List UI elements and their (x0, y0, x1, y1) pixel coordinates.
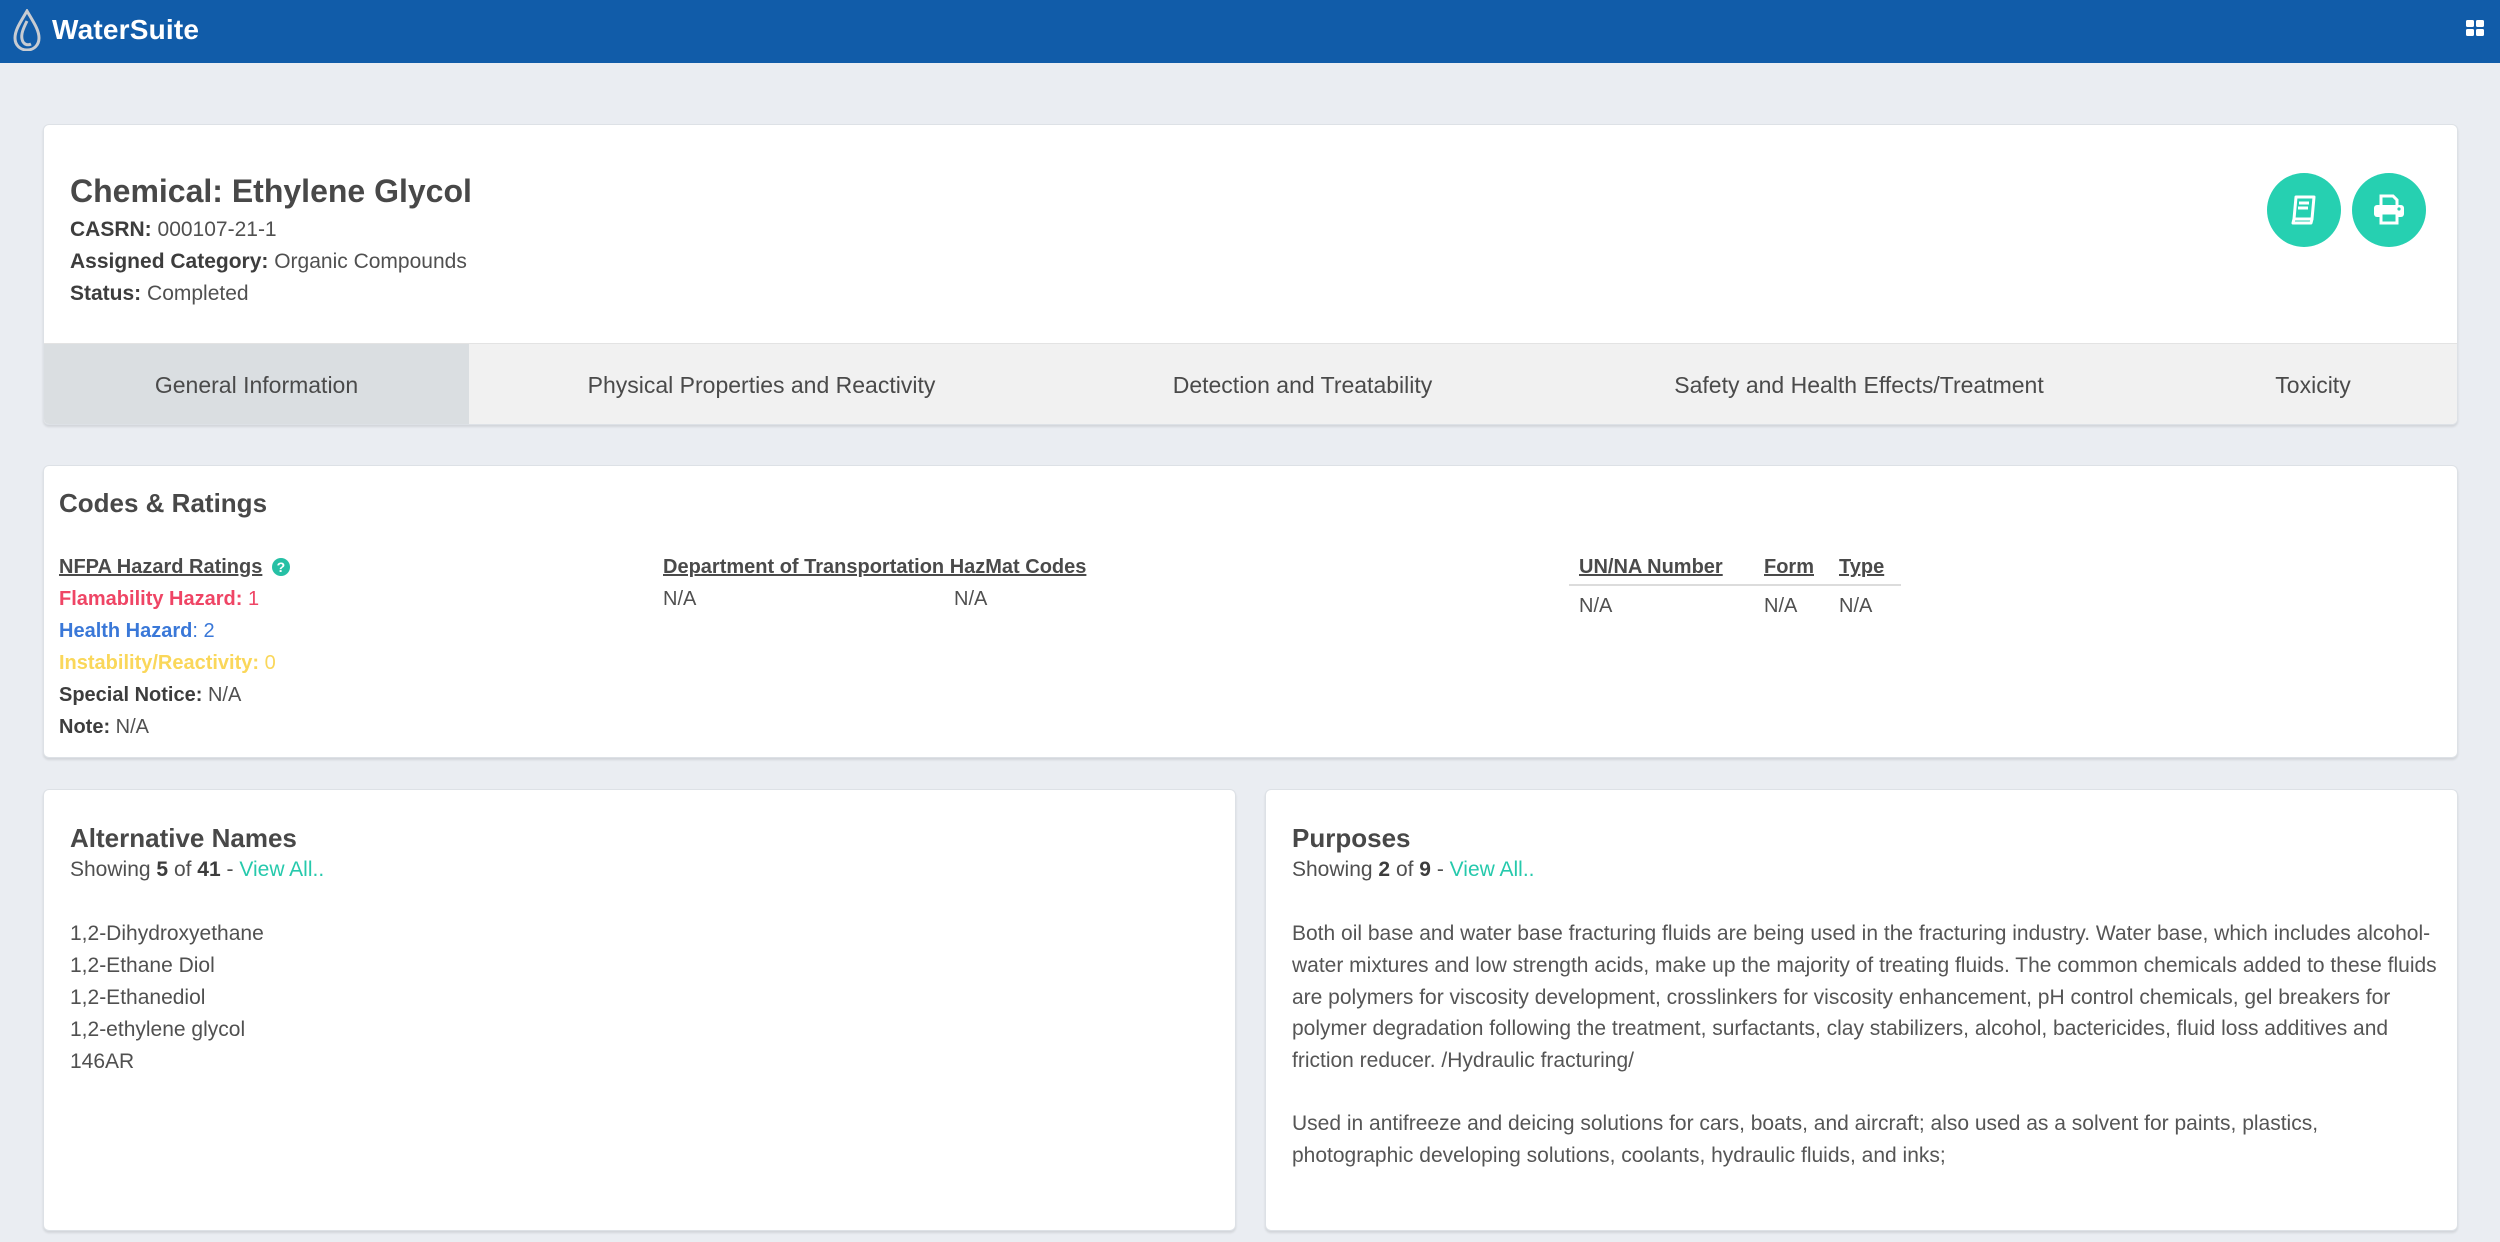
note: Note: N/A (59, 716, 149, 739)
field-value: Completed (147, 282, 249, 305)
of-label: of (173, 858, 192, 881)
rating-value: 2 (203, 620, 215, 642)
view-all-link[interactable]: View All.. (239, 858, 324, 881)
references-button[interactable] (2267, 173, 2341, 247)
rating-value: N/A (115, 716, 150, 738)
type-cell: N/A (1839, 595, 1873, 617)
special-notice: Special Notice: N/A (59, 684, 241, 707)
rating-value: 0 (264, 652, 276, 674)
instability-reactivity: Instability/Reactivity: 0 (59, 652, 276, 675)
water-drop-icon (13, 9, 41, 51)
list-item: 1,2-Ethanediol (70, 986, 206, 1009)
codes-ratings-card: Codes & Ratings NFPA Hazard Ratings ? Fl… (43, 465, 2458, 758)
separator: - (226, 858, 234, 881)
print-button[interactable] (2352, 173, 2426, 247)
chemical-header-card: Chemical: Ethylene Glycol CASRN: 000107-… (43, 124, 2458, 425)
section-title: Codes & Ratings (59, 488, 268, 518)
nfpa-heading-label: NFPA Hazard Ratings (59, 556, 263, 578)
un-na-number-cell: N/A (1579, 595, 1613, 617)
category-field: Assigned Category: Organic Compounds (70, 250, 467, 274)
field-value: 000107-21-1 (157, 218, 277, 241)
showing-count: Showing 2 of 9 - View All.. (1292, 858, 1535, 882)
separator: - (1436, 858, 1444, 881)
help-icon[interactable]: ? (271, 558, 290, 576)
section-title: Alternative Names (70, 823, 297, 853)
form-cell: N/A (1764, 595, 1798, 617)
tab-general-information[interactable]: General Information (44, 344, 469, 424)
status-field: Status: Completed (70, 282, 249, 306)
tab-physical-properties[interactable]: Physical Properties and Reactivity (469, 344, 1054, 424)
rating-label: Special Notice: (59, 684, 203, 706)
rating-label: Instability/Reactivity: (59, 652, 260, 674)
rating-value: 1 (247, 588, 260, 610)
un-na-number-header: UN/NA Number (1579, 556, 1723, 578)
rating-label: Health Hazard (59, 620, 193, 642)
dot-hazmat-heading: Department of Transportation HazMat Code… (663, 556, 1087, 578)
dot-code-value: N/A (663, 588, 697, 610)
casrn-field: CASRN: 000107-21-1 (70, 218, 277, 242)
field-label: CASRN: (70, 218, 152, 241)
rating-label: Flamability Hazard: (59, 588, 243, 610)
grid-apps-icon[interactable] (2466, 20, 2486, 38)
rating-value: N/A (207, 684, 242, 706)
app-brand[interactable]: WaterSuite (52, 14, 199, 46)
nfpa-heading: NFPA Hazard Ratings ? (59, 556, 290, 579)
field-label: Status: (70, 282, 142, 305)
view-all-link[interactable]: View All.. (1450, 858, 1535, 881)
health-hazard: Health Hazard: 2 (59, 620, 215, 643)
type-header: Type (1839, 556, 1885, 578)
top-navbar: WaterSuite (0, 0, 2500, 63)
of-label: of (1395, 858, 1414, 881)
section-title: Purposes (1292, 823, 1411, 853)
field-value: Organic Compounds (274, 250, 467, 273)
tab-bar: General Information Physical Properties … (44, 343, 2457, 424)
book-icon (2291, 195, 2316, 225)
form-header: Form (1764, 556, 1814, 578)
list-item: 1,2-Dihydroxyethane (70, 922, 264, 945)
rating-label: Note: (59, 716, 111, 738)
total-count: 9 (1419, 858, 1431, 881)
tab-safety-health[interactable]: Safety and Health Effects/Treatment (1551, 344, 2167, 424)
printer-icon (2374, 194, 2404, 225)
field-label: Assigned Category: (70, 250, 269, 273)
dot-code-value: N/A (954, 588, 988, 610)
page-title: Chemical: Ethylene Glycol (70, 173, 472, 209)
list-item: 1,2-Ethane Diol (70, 954, 215, 977)
purpose-paragraph: Used in antifreeze and deicing solutions… (1292, 1112, 2319, 1167)
table-divider (1569, 584, 1901, 586)
showing-count: Showing 5 of 41 - View All.. (70, 858, 324, 882)
alternative-names-card: Alternative Names Showing 5 of 41 - View… (43, 789, 1236, 1231)
purpose-paragraph: Both oil base and water base fracturing … (1292, 922, 2437, 1073)
flammability-hazard: Flamability Hazard: 1 (59, 588, 259, 611)
shown-count: 5 (156, 858, 169, 881)
purposes-card: Purposes Showing 2 of 9 - View All.. Bot… (1265, 789, 2458, 1231)
list-item: 146AR (70, 1050, 135, 1073)
showing-label: Showing (1292, 858, 1373, 881)
tab-detection-treatability[interactable]: Detection and Treatability (1054, 344, 1551, 424)
list-item: 1,2-ethylene glycol (70, 1018, 246, 1041)
tab-toxicity[interactable]: Toxicity (2167, 344, 2457, 424)
rating-separator: : (192, 620, 198, 642)
shown-count: 2 (1378, 858, 1391, 881)
showing-label: Showing (70, 858, 151, 881)
total-count: 41 (197, 858, 221, 881)
